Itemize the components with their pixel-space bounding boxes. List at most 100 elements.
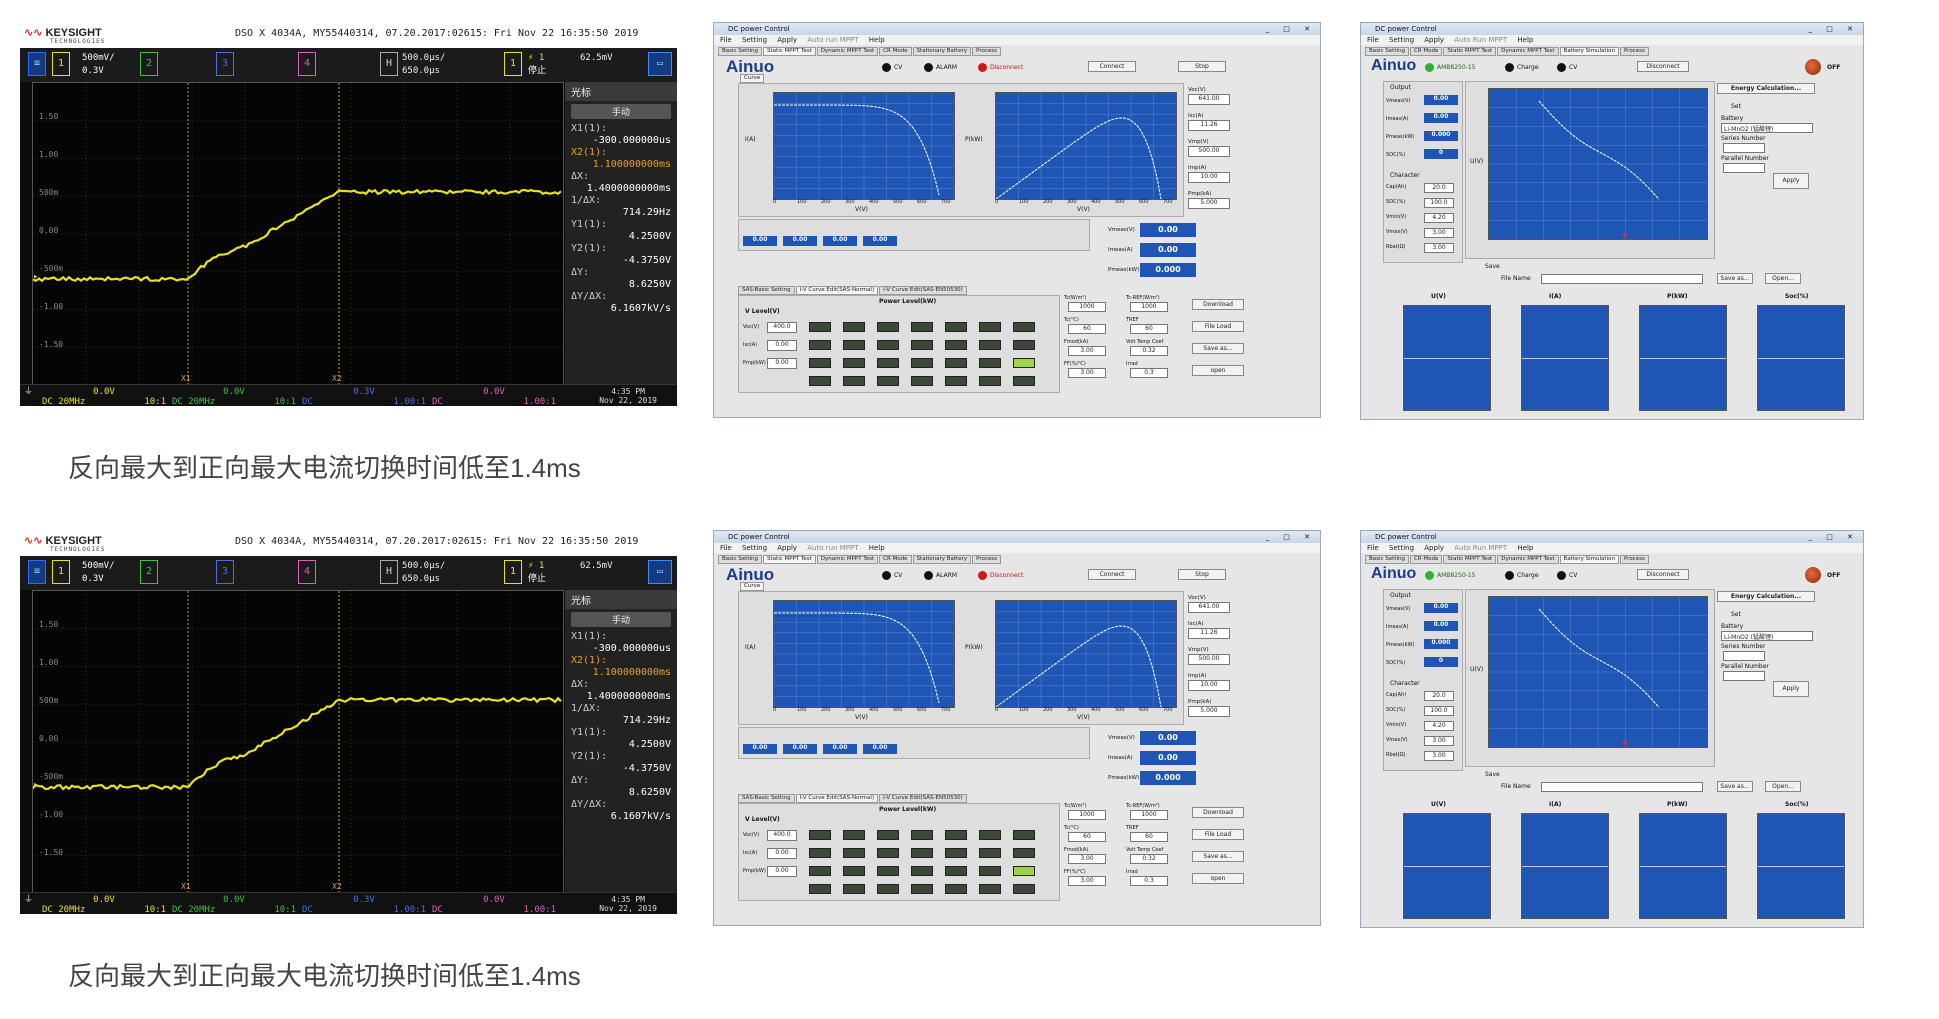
menu-apply[interactable]: Apply xyxy=(777,36,797,44)
tab-cr-mode[interactable]: CR Mode xyxy=(879,555,911,564)
tab-dynamic-mppt[interactable]: Dynamic MPPT Test xyxy=(1497,555,1558,564)
menu-help[interactable]: Help xyxy=(869,544,885,552)
menu-setting[interactable]: Setting xyxy=(1389,36,1414,44)
menu-icon[interactable]: ≡ xyxy=(28,560,46,584)
tab-basic-setting[interactable]: Basic Setting xyxy=(1365,47,1409,56)
trigger-button[interactable]: 1 xyxy=(504,52,522,76)
tab-sas-basic[interactable]: SAS-Basic Setting xyxy=(738,794,795,803)
menu-file[interactable]: File xyxy=(720,544,732,552)
tab-basic-setting[interactable]: Basic Setting xyxy=(1365,555,1409,564)
menu-auto-run[interactable]: Auto Run MPPT xyxy=(1454,544,1507,552)
horizontal-button[interactable]: H xyxy=(380,560,398,584)
side-button[interactable]: Save as... xyxy=(1192,851,1244,862)
display-icon[interactable]: ▭ xyxy=(648,560,672,584)
menu-setting[interactable]: Setting xyxy=(742,544,767,552)
open-button[interactable]: Open... xyxy=(1765,273,1801,284)
tab-sas-basic[interactable]: SAS-Basic Setting xyxy=(738,286,795,295)
cursor-mode-button[interactable]: 手动 xyxy=(571,104,671,119)
stop-button[interactable]: Stop xyxy=(1178,61,1226,72)
energy-calc-button[interactable]: Energy Calculation... xyxy=(1717,591,1815,602)
tab-cr-mode[interactable]: CR Mode xyxy=(879,47,911,56)
parallel-input[interactable] xyxy=(1723,671,1765,681)
menu-auto-run[interactable]: Auto Run MPPT xyxy=(1454,36,1507,44)
menu-auto-run[interactable]: Auto run MPPT xyxy=(807,544,858,552)
tab-process[interactable]: Process xyxy=(1620,555,1649,564)
series-input[interactable] xyxy=(1723,651,1765,661)
ch3-button[interactable]: 3 xyxy=(216,52,234,76)
tab-curve[interactable]: Curve xyxy=(740,582,764,591)
menu-apply[interactable]: Apply xyxy=(1424,36,1444,44)
tab-dynamic-mppt[interactable]: Dynamic MPPT Test xyxy=(817,47,878,56)
tab-process[interactable]: Process xyxy=(1620,47,1649,56)
side-button[interactable]: open xyxy=(1192,365,1244,376)
tab-dynamic-mppt[interactable]: Dynamic MPPT Test xyxy=(817,555,878,564)
tab-static-mppt[interactable]: Static MPPT Test xyxy=(763,47,816,56)
side-button[interactable]: File Load xyxy=(1192,321,1244,332)
tab-process[interactable]: Process xyxy=(972,47,1001,56)
apply-button[interactable]: Apply xyxy=(1773,173,1809,189)
battery-select[interactable]: Li-MnO2 (锰酸锂) xyxy=(1721,631,1813,641)
file-name-input[interactable] xyxy=(1541,782,1703,792)
tab-iv-normal[interactable]: I-V Curve Edit(SAS-Normal) xyxy=(796,794,878,803)
file-name-input[interactable] xyxy=(1541,274,1703,284)
menu-setting[interactable]: Setting xyxy=(742,36,767,44)
tab-basic-setting[interactable]: Basic Setting xyxy=(718,555,762,564)
horizontal-button[interactable]: H xyxy=(380,52,398,76)
side-button[interactable]: File Load xyxy=(1192,829,1244,840)
disconnect-button[interactable]: Disconnect xyxy=(1637,569,1689,580)
battery-select[interactable]: Li-MnO2 (锰酸锂) xyxy=(1721,123,1813,133)
tab-basic-setting[interactable]: Basic Setting xyxy=(718,47,762,56)
connect-button[interactable]: Connect xyxy=(1088,569,1136,580)
menu-file[interactable]: File xyxy=(1367,36,1379,44)
ch2-button[interactable]: 2 xyxy=(140,52,158,76)
series-input[interactable] xyxy=(1723,143,1765,153)
tab-cr-mode[interactable]: CR Mode xyxy=(1410,555,1442,564)
ch2-button[interactable]: 2 xyxy=(140,560,158,584)
menu-auto-run[interactable]: Auto run MPPT xyxy=(807,36,858,44)
side-button[interactable]: Save as... xyxy=(1192,343,1244,354)
save-as-button[interactable]: Save as... xyxy=(1717,781,1753,792)
side-button[interactable]: open xyxy=(1192,873,1244,884)
tab-curve[interactable]: Curve xyxy=(740,74,764,83)
save-as-button[interactable]: Save as... xyxy=(1717,273,1753,284)
energy-calc-button[interactable]: Energy Calculation... xyxy=(1717,83,1815,94)
menu-help[interactable]: Help xyxy=(869,36,885,44)
disconnect-button[interactable]: Disconnect xyxy=(1637,61,1689,72)
tab-static-mppt[interactable]: Static MPPT Test xyxy=(1443,47,1496,56)
menu-help[interactable]: Help xyxy=(1517,36,1533,44)
trigger-button[interactable]: 1 xyxy=(504,560,522,584)
parallel-input[interactable] xyxy=(1723,163,1765,173)
tab-iv-en50530[interactable]: I-V Curve Edit(SAS-EN50530) xyxy=(879,286,967,295)
apply-button[interactable]: Apply xyxy=(1773,681,1809,697)
tab-iv-en50530[interactable]: I-V Curve Edit(SAS-EN50530) xyxy=(879,794,967,803)
ch1-button[interactable]: 1 xyxy=(52,560,70,584)
tab-static-mppt[interactable]: Static MPPT Test xyxy=(763,555,816,564)
cursor-mode-button[interactable]: 手动 xyxy=(571,612,671,627)
tab-process[interactable]: Process xyxy=(972,555,1001,564)
side-button[interactable]: Download xyxy=(1192,807,1244,818)
side-button[interactable]: Download xyxy=(1192,299,1244,310)
menu-apply[interactable]: Apply xyxy=(777,544,797,552)
ch1-button[interactable]: 1 xyxy=(52,52,70,76)
menu-setting[interactable]: Setting xyxy=(1389,544,1414,552)
tab-dynamic-mppt[interactable]: Dynamic MPPT Test xyxy=(1497,47,1558,56)
tab-stationary-battery[interactable]: Stationary Battery xyxy=(913,47,972,56)
tab-static-mppt[interactable]: Static MPPT Test xyxy=(1443,555,1496,564)
menu-apply[interactable]: Apply xyxy=(1424,544,1444,552)
menu-icon[interactable]: ≡ xyxy=(28,52,46,76)
ch4-button[interactable]: 4 xyxy=(298,52,316,76)
stop-button[interactable]: Stop xyxy=(1178,569,1226,580)
tab-stationary-battery[interactable]: Stationary Battery xyxy=(913,555,972,564)
menu-file[interactable]: File xyxy=(720,36,732,44)
tab-battery-simulation[interactable]: Battery Simulation xyxy=(1560,555,1619,564)
connect-button[interactable]: Connect xyxy=(1088,61,1136,72)
display-icon[interactable]: ▭ xyxy=(648,52,672,76)
tab-iv-normal[interactable]: I-V Curve Edit(SAS-Normal) xyxy=(796,286,878,295)
tab-battery-simulation[interactable]: Battery Simulation xyxy=(1560,47,1619,56)
ch3-button[interactable]: 3 xyxy=(216,560,234,584)
open-button[interactable]: Open... xyxy=(1765,781,1801,792)
menu-help[interactable]: Help xyxy=(1517,544,1533,552)
menu-file[interactable]: File xyxy=(1367,544,1379,552)
ch4-button[interactable]: 4 xyxy=(298,560,316,584)
tab-cr-mode[interactable]: CR Mode xyxy=(1410,47,1442,56)
